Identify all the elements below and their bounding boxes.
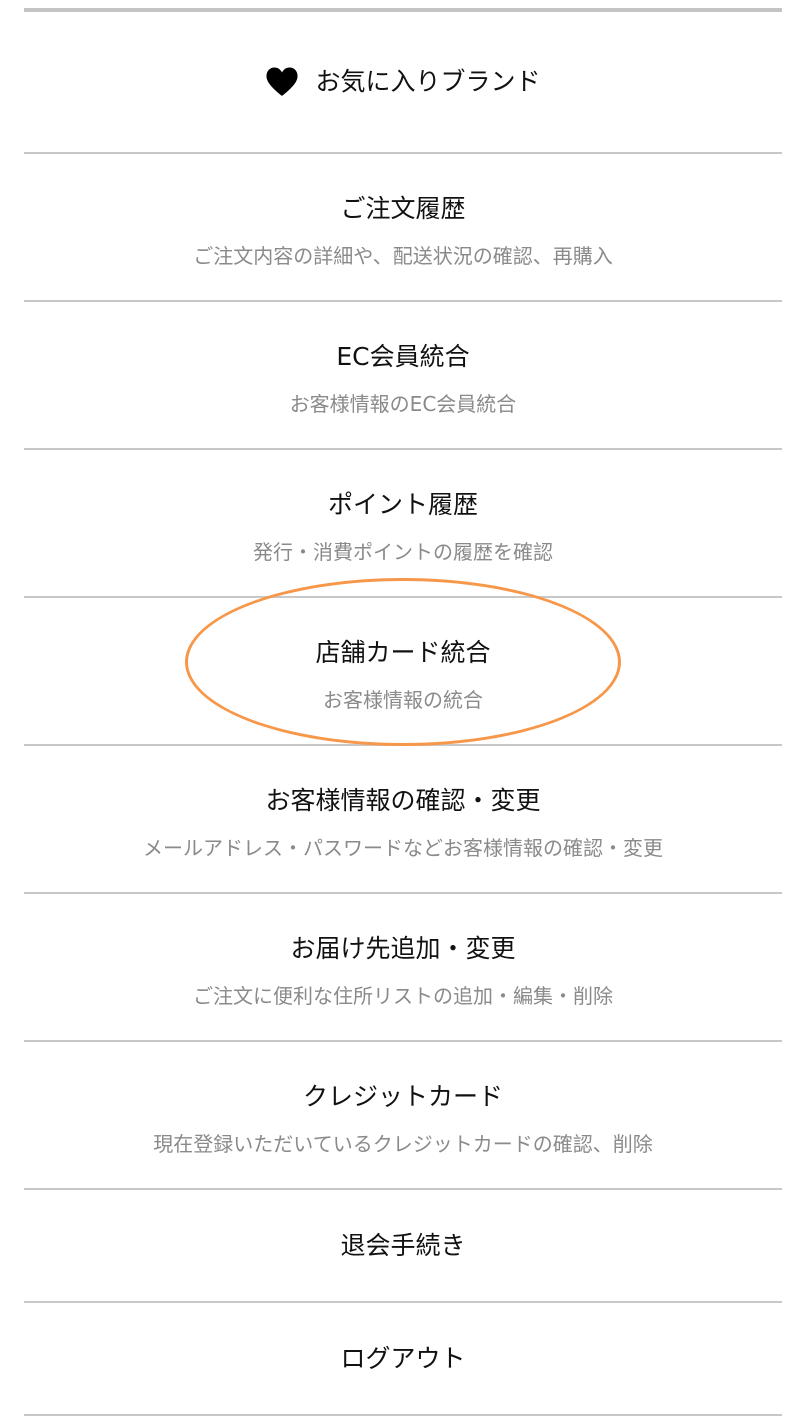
favorite-brands-label: お気に入りブランド xyxy=(315,67,541,96)
menu-item-title: 退会手続き xyxy=(340,1231,466,1260)
menu-item-logout[interactable]: ログアウト xyxy=(24,1303,782,1416)
account-menu: お気に入りブランド ご注文履歴 ご注文内容の詳細や、配送状況の確認、再購入 EC… xyxy=(24,12,782,1416)
favorite-brands-content: お気に入りブランド xyxy=(24,66,782,98)
menu-item-withdrawal[interactable]: 退会手続き xyxy=(24,1190,782,1303)
menu-item-title: EC会員統合 xyxy=(336,342,470,371)
menu-item-title: クレジットカード xyxy=(302,1082,503,1111)
menu-item-order-history[interactable]: ご注文履歴 ご注文内容の詳細や、配送状況の確認、再購入 xyxy=(24,154,782,302)
menu-item-description: 発行・消費ポイントの履歴を確認 xyxy=(253,540,553,564)
menu-item-description: メールアドレス・パスワードなどお客様情報の確認・変更 xyxy=(143,836,663,860)
menu-item-title: ポイント履歴 xyxy=(327,490,478,519)
menu-item-ec-member-integration[interactable]: EC会員統合 お客様情報のEC会員統合 xyxy=(24,302,782,450)
menu-item-title: ログアウト xyxy=(340,1344,466,1373)
menu-item-description: ご注文に便利な住所リストの追加・編集・削除 xyxy=(193,984,613,1008)
menu-item-credit-card[interactable]: クレジットカード 現在登録いただいているクレジットカードの確認、削除 xyxy=(24,1042,782,1190)
menu-item-description: お客様情報のEC会員統合 xyxy=(289,392,517,416)
menu-item-customer-info[interactable]: お客様情報の確認・変更 メールアドレス・パスワードなどお客様情報の確認・変更 xyxy=(24,746,782,894)
menu-item-store-card-integration[interactable]: 店舗カード統合 お客様情報の統合 xyxy=(24,598,782,746)
heart-icon xyxy=(266,67,299,96)
favorite-brands-link[interactable]: お気に入りブランド xyxy=(24,12,782,154)
menu-item-title: お客様情報の確認・変更 xyxy=(265,786,541,815)
menu-item-point-history[interactable]: ポイント履歴 発行・消費ポイントの履歴を確認 xyxy=(24,450,782,598)
menu-item-title: 店舗カード統合 xyxy=(315,638,491,667)
menu-item-description: 現在登録いただいているクレジットカードの確認、削除 xyxy=(153,1132,653,1156)
menu-item-description: ご注文内容の詳細や、配送状況の確認、再購入 xyxy=(193,244,613,268)
menu-item-shipping-address[interactable]: お届け先追加・変更 ご注文に便利な住所リストの追加・編集・削除 xyxy=(24,894,782,1042)
menu-item-title: ご注文履歴 xyxy=(340,194,466,223)
menu-item-title: お届け先追加・変更 xyxy=(290,934,516,963)
menu-item-description: お客様情報の統合 xyxy=(323,688,483,712)
